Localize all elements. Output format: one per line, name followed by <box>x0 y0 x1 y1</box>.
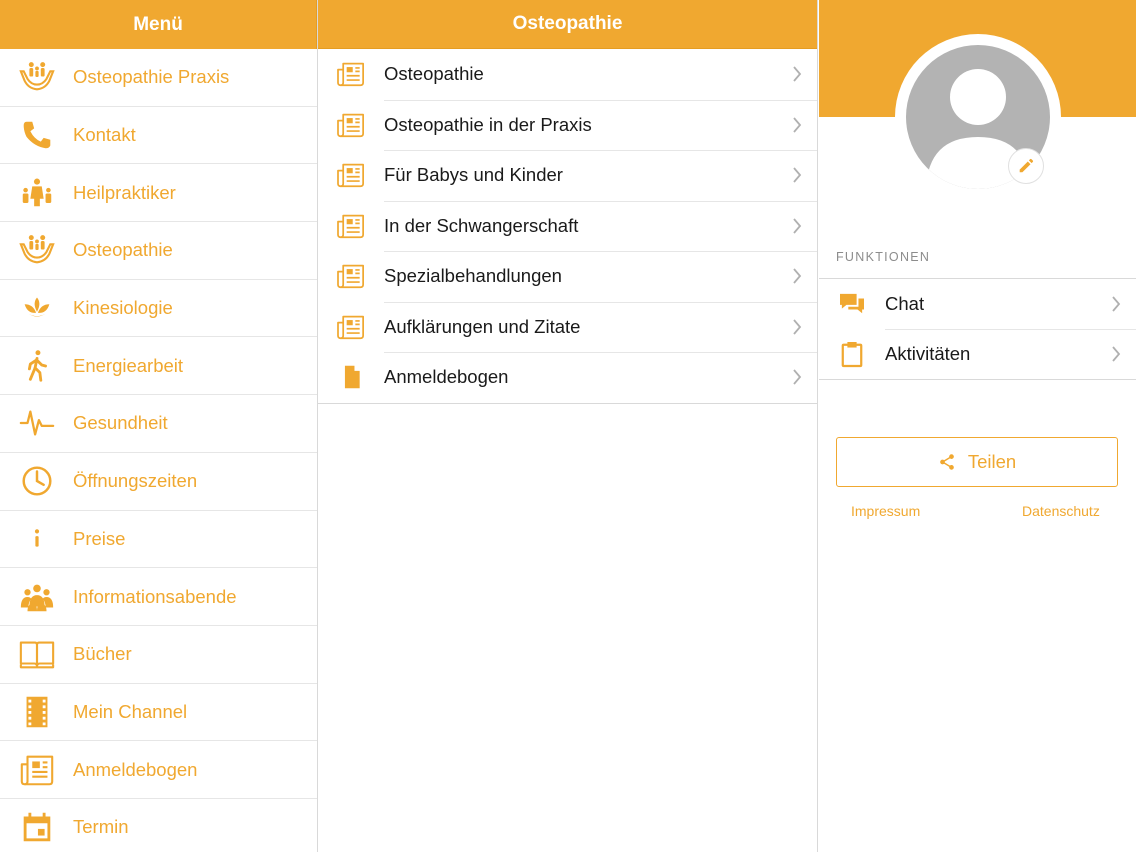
side-menu: Menü Osteopathie Praxis Kontakt Heilprak… <box>0 0 318 852</box>
newspaper-icon <box>318 61 384 87</box>
share-button-label: Teilen <box>967 451 1017 472</box>
list-item[interactable]: Für Babys und Kinder <box>318 150 817 201</box>
menu-item-label: Termin <box>73 816 129 838</box>
lotus-icon <box>0 289 73 327</box>
chevron-right-icon <box>777 218 817 234</box>
chevron-right-icon <box>777 319 817 335</box>
list-item-label: Für Babys und Kinder <box>384 164 563 186</box>
group-icon <box>0 578 73 616</box>
list-item-label: In der Schwangerschaft <box>384 214 579 236</box>
hands-family-icon <box>0 231 73 269</box>
clock-icon <box>0 462 73 500</box>
newspaper-icon <box>318 213 384 239</box>
list-item[interactable]: Spezialbehandlungen <box>318 251 817 302</box>
film-strip-icon <box>0 693 73 731</box>
menu-item-label: Kontakt <box>73 124 136 146</box>
newspaper-icon <box>318 263 384 289</box>
chevron-right-icon <box>1096 346 1136 362</box>
chevron-right-icon <box>777 167 817 183</box>
function-label: Chat <box>885 293 925 314</box>
menu-item-preise[interactable]: Preise <box>0 511 317 569</box>
menu-item-label: Mein Channel <box>73 700 188 722</box>
impressum-link[interactable]: Impressum <box>851 503 920 519</box>
menu-item-label: Energiearbeit <box>73 354 184 376</box>
document-icon <box>318 364 384 390</box>
menu-item-mein-channel[interactable]: Mein Channel <box>0 684 317 742</box>
list-item-label: Anmeldebogen <box>384 366 509 388</box>
menu-item-label: Informationsabende <box>73 585 237 607</box>
list-item-label: Aufklärungen und Zitate <box>384 315 581 337</box>
share-button[interactable]: Teilen <box>836 437 1118 487</box>
content-panel: Osteopathie Osteopathie Osteopathie in d… <box>318 0 818 852</box>
hands-family-icon <box>0 58 73 96</box>
datenschutz-link[interactable]: Datenschutz <box>1022 503 1100 519</box>
menu-item-oeffnungszeiten[interactable]: Öffnungszeiten <box>0 453 317 511</box>
pencil-icon <box>1019 158 1034 173</box>
menu-item-anmeldebogen[interactable]: Anmeldebogen <box>0 741 317 799</box>
newspaper-icon <box>318 112 384 138</box>
function-item-chat[interactable]: Chat <box>819 279 1136 329</box>
content-title: Osteopathie <box>512 13 623 34</box>
chevron-right-icon <box>777 268 817 284</box>
menu-item-label: Osteopathie <box>73 239 173 261</box>
family-icon <box>0 174 73 212</box>
newspaper-icon <box>318 162 384 188</box>
menu-item-osteopathie-praxis[interactable]: Osteopathie Praxis <box>0 49 317 107</box>
edit-avatar-button[interactable] <box>1008 148 1044 184</box>
open-book-icon <box>0 635 73 673</box>
menu-item-informationsabende[interactable]: Informationsabende <box>0 568 317 626</box>
function-item-aktivitaeten[interactable]: Aktivitäten <box>819 329 1136 379</box>
list-item[interactable]: In der Schwangerschaft <box>318 200 817 252</box>
clipboard-icon <box>819 340 885 368</box>
content-list: Osteopathie Osteopathie in der Praxis Fü… <box>318 49 817 404</box>
functions-list: Chat Aktivitäten <box>819 278 1136 380</box>
list-item[interactable]: Osteopathie in der Praxis <box>318 99 817 151</box>
menu-item-label: Öffnungszeiten <box>73 470 198 492</box>
phone-icon <box>0 116 73 154</box>
function-label: Aktivitäten <box>885 343 971 364</box>
list-item-label: Osteopathie <box>384 63 484 85</box>
menu-item-label: Anmeldebogen <box>73 758 198 780</box>
chevron-right-icon <box>1096 296 1136 312</box>
list-item[interactable]: Anmeldebogen <box>318 352 817 403</box>
calendar-icon <box>0 808 73 846</box>
menu-item-heilpraktiker[interactable]: Heilpraktiker <box>0 164 317 223</box>
menu-item-label: Bücher <box>73 643 132 665</box>
list-item[interactable]: Aufklärungen und Zitate <box>318 301 817 353</box>
menu-item-label: Kinesiologie <box>73 297 173 319</box>
menu-item-termin[interactable]: Termin <box>0 799 317 852</box>
newspaper-icon <box>318 314 384 340</box>
menu-item-label: Preise <box>73 527 126 549</box>
menu-item-energiearbeit[interactable]: Energiearbeit <box>0 337 317 396</box>
info-icon <box>0 520 73 558</box>
profile-panel: FUNKTIONEN Chat Aktivitäten Teilen Impre… <box>819 0 1136 852</box>
chevron-right-icon <box>777 66 817 82</box>
heartbeat-icon <box>0 404 73 442</box>
chat-bubbles-icon <box>819 292 885 316</box>
menu-title: Menü <box>133 13 183 35</box>
menu-item-label: Osteopathie Praxis <box>73 66 230 88</box>
menu-item-osteopathie[interactable]: Osteopathie <box>0 222 317 280</box>
menu-item-kinesiologie[interactable]: Kinesiologie <box>0 280 317 338</box>
menu-item-buecher[interactable]: Bücher <box>0 626 317 684</box>
list-item-label: Osteopathie in der Praxis <box>384 113 592 135</box>
newspaper-icon <box>0 751 73 789</box>
share-icon <box>939 454 954 470</box>
list-item[interactable]: Osteopathie <box>318 49 817 100</box>
content-header: Osteopathie <box>318 0 817 49</box>
chevron-right-icon <box>777 117 817 133</box>
menu-header: Menü <box>0 0 317 49</box>
menu-item-label: Heilpraktiker <box>73 181 176 203</box>
menu-item-gesundheit[interactable]: Gesundheit <box>0 395 317 453</box>
chevron-right-icon <box>777 369 817 385</box>
functions-section-title: FUNKTIONEN <box>836 250 931 264</box>
walking-person-icon <box>0 347 73 385</box>
menu-item-label: Gesundheit <box>73 412 168 434</box>
menu-item-kontakt[interactable]: Kontakt <box>0 107 317 165</box>
list-item-label: Spezialbehandlungen <box>384 265 562 287</box>
